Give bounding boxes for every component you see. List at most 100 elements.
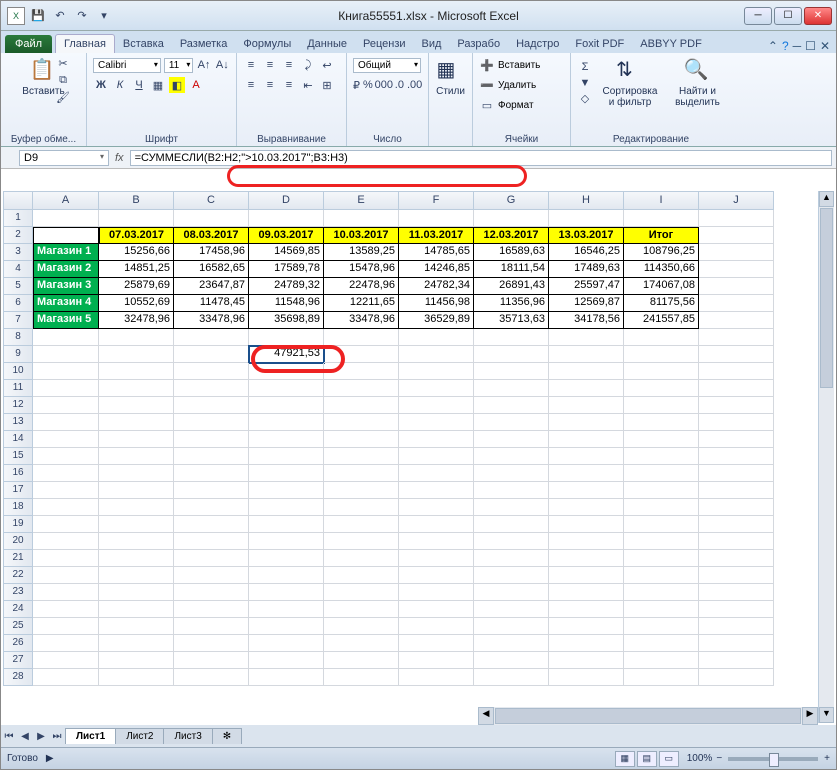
cell-E13[interactable] bbox=[324, 414, 399, 431]
cell-I21[interactable] bbox=[624, 550, 699, 567]
cell-E26[interactable] bbox=[324, 635, 399, 652]
cell-F5[interactable]: 24782,34 bbox=[399, 278, 474, 295]
cell-B7[interactable]: 32478,96 bbox=[99, 312, 174, 329]
cell-E12[interactable] bbox=[324, 397, 399, 414]
cell-E19[interactable] bbox=[324, 516, 399, 533]
cell-H19[interactable] bbox=[549, 516, 624, 533]
cell-I14[interactable] bbox=[624, 431, 699, 448]
cell-A4[interactable]: Магазин 2 bbox=[33, 261, 99, 278]
cell-D1[interactable] bbox=[249, 210, 324, 227]
cell-G10[interactable] bbox=[474, 363, 549, 380]
cell-C6[interactable]: 11478,45 bbox=[174, 295, 249, 312]
row-header-7[interactable]: 7 bbox=[3, 312, 33, 329]
cell-A3[interactable]: Магазин 1 bbox=[33, 244, 99, 261]
font-color-icon[interactable]: A bbox=[188, 77, 204, 93]
align-top-icon[interactable]: ≡ bbox=[243, 57, 259, 73]
cell-H10[interactable] bbox=[549, 363, 624, 380]
tab-home[interactable]: Главная bbox=[55, 34, 115, 53]
close-button[interactable]: ✕ bbox=[804, 7, 832, 25]
cell-J17[interactable] bbox=[699, 482, 774, 499]
cell-I23[interactable] bbox=[624, 584, 699, 601]
row-header-6[interactable]: 6 bbox=[3, 295, 33, 312]
cell-F26[interactable] bbox=[399, 635, 474, 652]
cell-E18[interactable] bbox=[324, 499, 399, 516]
cell-B11[interactable] bbox=[99, 380, 174, 397]
cell-A2[interactable] bbox=[33, 227, 99, 244]
cell-H15[interactable] bbox=[549, 448, 624, 465]
cell-I4[interactable]: 114350,66 bbox=[624, 261, 699, 278]
cell-C17[interactable] bbox=[174, 482, 249, 499]
cell-H24[interactable] bbox=[549, 601, 624, 618]
cell-H8[interactable] bbox=[549, 329, 624, 346]
cell-B22[interactable] bbox=[99, 567, 174, 584]
row-header-24[interactable]: 24 bbox=[3, 601, 33, 618]
qa-custom-icon[interactable]: ▾ bbox=[95, 7, 113, 25]
cell-A26[interactable] bbox=[33, 635, 99, 652]
cell-J25[interactable] bbox=[699, 618, 774, 635]
cell-E2[interactable]: 10.03.2017 bbox=[324, 227, 399, 244]
cell-D24[interactable] bbox=[249, 601, 324, 618]
cell-F20[interactable] bbox=[399, 533, 474, 550]
cell-E27[interactable] bbox=[324, 652, 399, 669]
cell-C12[interactable] bbox=[174, 397, 249, 414]
cell-A14[interactable] bbox=[33, 431, 99, 448]
zoom-out-icon[interactable]: − bbox=[716, 753, 722, 764]
cell-I1[interactable] bbox=[624, 210, 699, 227]
cell-C24[interactable] bbox=[174, 601, 249, 618]
cell-B17[interactable] bbox=[99, 482, 174, 499]
cell-H20[interactable] bbox=[549, 533, 624, 550]
cell-G12[interactable] bbox=[474, 397, 549, 414]
cell-G25[interactable] bbox=[474, 618, 549, 635]
cell-D16[interactable] bbox=[249, 465, 324, 482]
cell-H16[interactable] bbox=[549, 465, 624, 482]
cell-C25[interactable] bbox=[174, 618, 249, 635]
cell-D10[interactable] bbox=[249, 363, 324, 380]
cell-J10[interactable] bbox=[699, 363, 774, 380]
dec-dec-icon[interactable]: .00 bbox=[407, 77, 422, 93]
cell-C10[interactable] bbox=[174, 363, 249, 380]
cell-I19[interactable] bbox=[624, 516, 699, 533]
cell-D2[interactable]: 09.03.2017 bbox=[249, 227, 324, 244]
cell-B5[interactable]: 25879,69 bbox=[99, 278, 174, 295]
cell-F14[interactable] bbox=[399, 431, 474, 448]
cell-A17[interactable] bbox=[33, 482, 99, 499]
cell-G17[interactable] bbox=[474, 482, 549, 499]
cell-H14[interactable] bbox=[549, 431, 624, 448]
tab-data[interactable]: Данные bbox=[299, 35, 355, 53]
cell-I5[interactable]: 174067,08 bbox=[624, 278, 699, 295]
cell-J27[interactable] bbox=[699, 652, 774, 669]
cell-G22[interactable] bbox=[474, 567, 549, 584]
cell-J28[interactable] bbox=[699, 669, 774, 686]
cell-A16[interactable] bbox=[33, 465, 99, 482]
tab-insert[interactable]: Вставка bbox=[115, 35, 172, 53]
cell-H18[interactable] bbox=[549, 499, 624, 516]
cell-A28[interactable] bbox=[33, 669, 99, 686]
cell-E5[interactable]: 22478,96 bbox=[324, 278, 399, 295]
scroll-down-icon[interactable]: ▼ bbox=[819, 707, 834, 723]
cell-B6[interactable]: 10552,69 bbox=[99, 295, 174, 312]
cell-D6[interactable]: 11548,96 bbox=[249, 295, 324, 312]
cell-C8[interactable] bbox=[174, 329, 249, 346]
cell-B8[interactable] bbox=[99, 329, 174, 346]
cell-C15[interactable] bbox=[174, 448, 249, 465]
cell-F10[interactable] bbox=[399, 363, 474, 380]
find-button[interactable]: 🔍 Найти и выделить bbox=[667, 55, 728, 110]
cell-F27[interactable] bbox=[399, 652, 474, 669]
format-painter-icon[interactable]: 🖌 bbox=[55, 91, 71, 104]
cell-J3[interactable] bbox=[699, 244, 774, 261]
cell-G18[interactable] bbox=[474, 499, 549, 516]
cell-F19[interactable] bbox=[399, 516, 474, 533]
sheet-tab-1[interactable]: Лист1 bbox=[65, 728, 116, 744]
cell-G24[interactable] bbox=[474, 601, 549, 618]
cell-E7[interactable]: 33478,96 bbox=[324, 312, 399, 329]
cell-B1[interactable] bbox=[99, 210, 174, 227]
cell-B14[interactable] bbox=[99, 431, 174, 448]
cell-H11[interactable] bbox=[549, 380, 624, 397]
cell-A11[interactable] bbox=[33, 380, 99, 397]
cell-H7[interactable]: 34178,56 bbox=[549, 312, 624, 329]
cell-E28[interactable] bbox=[324, 669, 399, 686]
grow-font-icon[interactable]: A↑ bbox=[196, 57, 211, 73]
cell-C4[interactable]: 16582,65 bbox=[174, 261, 249, 278]
sheet-nav-prev[interactable]: ◀ bbox=[17, 731, 33, 742]
cell-J12[interactable] bbox=[699, 397, 774, 414]
